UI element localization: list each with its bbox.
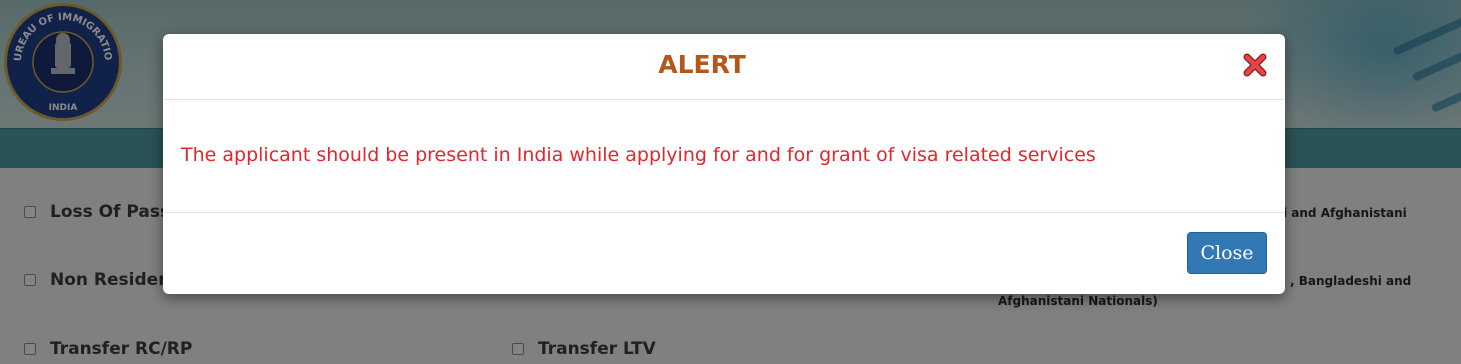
dialog-header: ALERT (163, 34, 1285, 100)
alert-message: The applicant should be present in India… (181, 144, 1096, 166)
dialog-title: ALERT (658, 50, 746, 79)
dialog-body: The applicant should be present in India… (163, 100, 1285, 213)
close-icon[interactable] (1240, 50, 1270, 80)
close-button[interactable]: Close (1187, 232, 1267, 274)
alert-dialog: ALERT The applicant should be present in… (163, 34, 1285, 294)
